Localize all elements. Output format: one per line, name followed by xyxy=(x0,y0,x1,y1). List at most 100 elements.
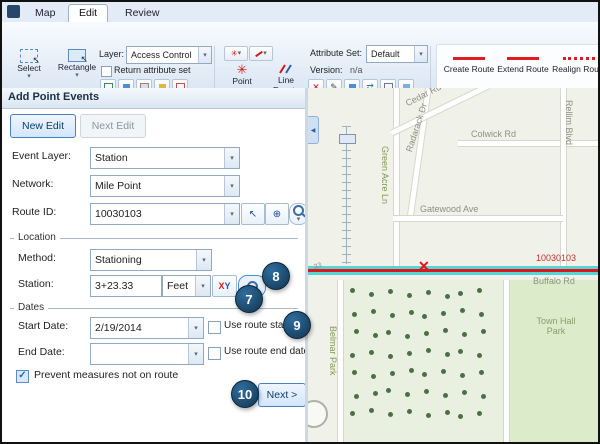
chevron-down-icon: ▾ xyxy=(297,216,301,223)
tree-icon xyxy=(354,329,359,334)
dates-group-title: Dates xyxy=(14,302,48,313)
use-route-start-date-checkbox[interactable] xyxy=(208,321,221,334)
station-label: Station: xyxy=(18,278,54,290)
application-window: Map Edit Review ↖ Select ▾ ↖ Rectangle ▾… xyxy=(0,0,600,444)
calendar-dropdown-icon[interactable]: ▾ xyxy=(188,318,203,338)
return-attribute-set-checkbox[interactable] xyxy=(101,66,112,77)
zoom-slider-thumb[interactable] xyxy=(339,134,356,144)
layer-combobox[interactable]: Access Control ▾ xyxy=(126,46,212,64)
next-button[interactable]: Next > xyxy=(258,383,306,407)
xy-coordinates-button[interactable]: XY xyxy=(212,275,237,297)
prevent-measures-checkbox[interactable]: ✓ xyxy=(16,370,29,383)
next-edit-button[interactable]: Next Edit xyxy=(80,114,146,138)
units-combobox[interactable]: Feet ▾ xyxy=(162,275,211,297)
tree-icon xyxy=(460,308,465,313)
tree-icon xyxy=(373,391,378,396)
callout-9: 9 xyxy=(283,311,311,339)
point-events-icon: ✳ xyxy=(237,63,248,76)
tree-icon xyxy=(409,368,414,373)
tree-icon xyxy=(422,372,427,377)
extend-route-label: Extend Route xyxy=(497,64,549,74)
end-date-input[interactable]: ▾ xyxy=(90,343,204,365)
route-pick-tool-button[interactable]: ⊕ xyxy=(265,203,289,225)
layer-label: Layer: xyxy=(99,49,124,59)
route-pick-on-map-button[interactable]: ↖ xyxy=(241,203,265,225)
chevron-down-icon[interactable]: ▾ xyxy=(414,46,427,62)
tree-icon xyxy=(390,371,395,376)
map-canvas[interactable]: ✕ Cedar Rd Radarack Dr Colwick Rd Rellim… xyxy=(308,88,598,442)
create-route-label: Create Route xyxy=(444,64,495,74)
event-layer-combobox[interactable]: Station ▾ xyxy=(90,147,240,169)
tab-edit[interactable]: Edit xyxy=(68,4,108,22)
tree-icon xyxy=(424,331,429,336)
select-tool-icon: ↖ xyxy=(20,49,38,63)
search-icon xyxy=(293,205,304,216)
road-label: Gatewood Ave xyxy=(420,204,478,214)
event-layer-value: Station xyxy=(95,148,223,168)
tree-icon xyxy=(462,332,467,337)
tree-icon xyxy=(481,394,486,399)
collapse-panel-button[interactable]: ◀ xyxy=(308,116,319,144)
tree-icon xyxy=(369,292,374,297)
tree-icon xyxy=(407,351,412,356)
tree-icon xyxy=(386,330,391,335)
line-events-dropdown-button[interactable]: ▾ xyxy=(249,46,273,61)
chevron-down-icon[interactable]: ▾ xyxy=(195,276,210,296)
tree-icon xyxy=(352,370,357,375)
location-group-header: Location xyxy=(10,238,298,239)
callout-7: 7 xyxy=(235,285,263,313)
zoom-slider-line xyxy=(346,126,347,264)
tree-icon xyxy=(445,352,450,357)
chevron-down-icon[interactable]: ▾ xyxy=(198,47,211,63)
tree-icon xyxy=(371,374,376,379)
tree-icon xyxy=(479,312,484,317)
tree-icon xyxy=(477,411,482,416)
route-id-combobox[interactable]: 10030103 ▾ xyxy=(90,203,240,225)
new-edit-button[interactable]: New Edit xyxy=(10,114,76,138)
use-route-end-date-checkbox[interactable] xyxy=(208,347,221,360)
chevron-down-icon[interactable]: ▾ xyxy=(196,250,211,270)
method-combobox[interactable]: Stationing ▾ xyxy=(90,249,212,271)
return-attribute-set-label: Return attribute set xyxy=(114,65,191,75)
tree-icon xyxy=(477,288,482,293)
tree-icon xyxy=(443,328,448,333)
callout-8: 8 xyxy=(262,262,290,290)
calendar-dropdown-icon[interactable]: ▾ xyxy=(188,344,203,364)
end-date-value xyxy=(95,344,187,364)
tree-icon xyxy=(405,392,410,397)
tree-icon xyxy=(445,294,450,299)
route-id-value: 10030103 xyxy=(95,204,223,224)
tree-icon xyxy=(354,394,359,399)
method-value: Stationing xyxy=(95,250,195,270)
chevron-down-icon[interactable]: ▾ xyxy=(224,204,239,224)
tree-icon xyxy=(458,414,463,419)
map-cursor-icon: ↖ xyxy=(249,209,257,220)
road-label: Rellim Blvd xyxy=(564,100,574,145)
tree-icon xyxy=(352,312,357,317)
attribute-set-label: Attribute Set: xyxy=(310,48,362,58)
route-number-label: 10030103 xyxy=(536,253,576,263)
app-menu-icon[interactable] xyxy=(7,5,20,18)
tree-icon xyxy=(388,354,393,359)
start-date-input[interactable]: 2/19/2014 ▾ xyxy=(90,317,204,339)
chevron-down-icon[interactable]: ▾ xyxy=(224,176,239,196)
road-label: Buffalo Rd xyxy=(533,276,575,286)
road-label: Belmar Park xyxy=(328,326,338,376)
attribute-set-value: Default xyxy=(371,46,414,62)
rectangle-tool-label: Rectangle xyxy=(58,62,96,72)
network-combobox[interactable]: Mile Point ▾ xyxy=(90,175,240,197)
tree-icon xyxy=(386,388,391,393)
station-input[interactable]: 3+23.33 xyxy=(90,275,162,297)
realign-route-icon xyxy=(563,57,595,60)
attribute-set-combobox[interactable]: Default ▾ xyxy=(366,45,428,63)
line-events-icon xyxy=(278,63,294,75)
point-events-dropdown-button[interactable]: ✳ ▾ xyxy=(224,46,248,61)
chevron-down-icon: ▾ xyxy=(27,73,31,80)
tree-icon xyxy=(390,313,395,318)
chevron-down-icon[interactable]: ▾ xyxy=(224,148,239,168)
version-value: n/a xyxy=(350,65,363,75)
tree-icon xyxy=(373,333,378,338)
road-label: Green Acre Ln xyxy=(380,146,390,204)
tab-map[interactable]: Map xyxy=(24,4,66,22)
tab-review[interactable]: Review xyxy=(114,4,170,22)
